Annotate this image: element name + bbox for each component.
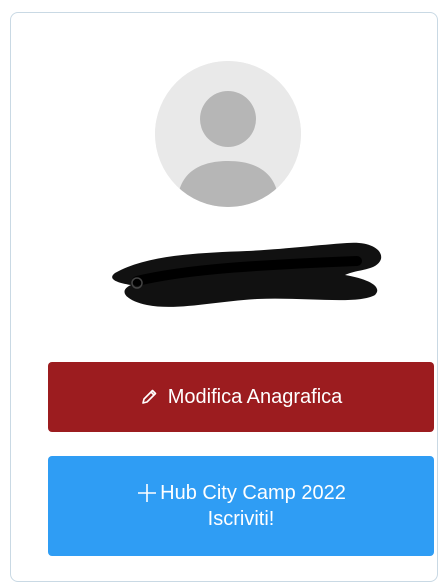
edit-profile-button[interactable]: Modifica Anagrafica — [48, 362, 434, 432]
edit-profile-label: Modifica Anagrafica — [167, 385, 343, 408]
plus-icon — [136, 482, 158, 504]
camp-signup-cta: Iscriviti! — [207, 508, 275, 530]
profile-card: Modifica Anagrafica Hub City Camp 2022 I… — [10, 12, 438, 582]
pencil-icon — [140, 388, 158, 406]
avatar — [155, 61, 301, 207]
camp-signup-button[interactable]: Hub City Camp 2022 Iscriviti! — [48, 456, 434, 556]
redacted-name — [107, 235, 391, 325]
user-placeholder-icon — [155, 61, 301, 207]
camp-signup-title: Hub City Camp 2022 — [160, 482, 346, 504]
